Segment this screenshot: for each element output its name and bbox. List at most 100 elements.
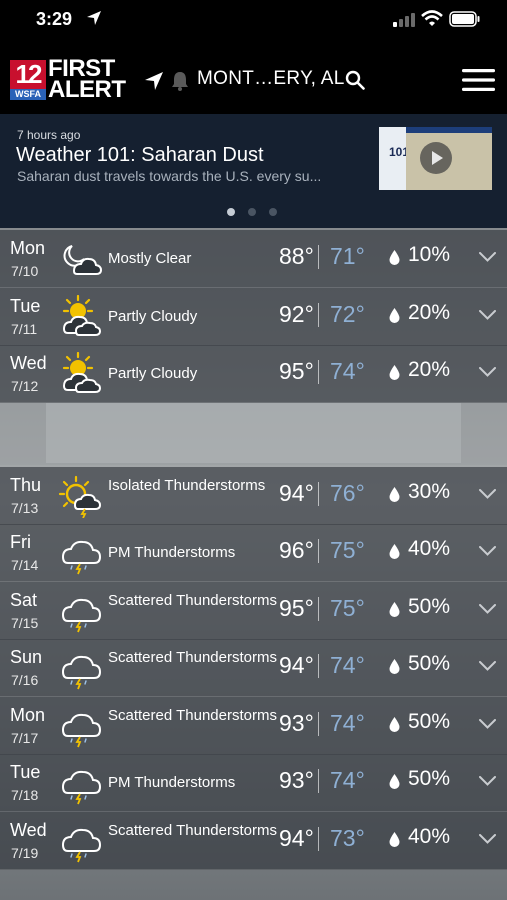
chevron-down-icon[interactable] <box>479 489 496 499</box>
status-bar: 3:29 <box>0 0 507 40</box>
partly-cloudy-icon <box>62 295 102 336</box>
forecast-row[interactable]: Tue 7/11 Partly Cloudy 92° 72° 20% <box>0 288 507 346</box>
high-temp: 88° <box>279 243 314 269</box>
forecast-row[interactable]: Wed 7/19 Scattered Thunderstorms 94° 73° 40% <box>0 812 507 870</box>
forecast-day: Wed <box>10 353 47 373</box>
forecast-row[interactable]: Sat 7/15 Scattered Thunderstorms 95° 75° 50% <box>0 582 507 640</box>
forecast-condition: Partly Cloudy <box>108 308 198 325</box>
raindrop-icon <box>389 250 400 265</box>
thunderstorm-icon <box>61 770 102 805</box>
high-temp: 92° <box>279 301 314 327</box>
forecast-condition: Partly Cloudy <box>108 365 198 382</box>
precip-chance: 20% <box>408 301 451 324</box>
logo-alert: ALERT <box>48 76 126 103</box>
temp-divider <box>318 303 319 327</box>
temp-divider <box>318 245 319 269</box>
forecast-date: 7/18 <box>11 787 39 803</box>
precip-chance: 40% <box>408 537 451 560</box>
status-time: 3:29 <box>36 9 73 29</box>
carousel-dot[interactable] <box>248 208 256 216</box>
forecast-row[interactable]: Thu 7/13 Isolated Thunderstorms 94° 76° 30% <box>0 467 507 525</box>
carousel-dot-active[interactable] <box>227 208 235 216</box>
forecast-row[interactable]: Mon 7/17 Scattered Thunderstorms 93° 74° 50% <box>0 697 507 755</box>
forecast-row[interactable]: Wed 7/12 Partly Cloudy 95° 74° 20% <box>0 345 507 403</box>
partly-cloudy-icon <box>62 352 102 393</box>
forecast-row[interactable]: Fri 7/14 PM Thunderstorms 96° 75° 40% <box>0 524 507 582</box>
thunderstorm-icon <box>61 828 102 863</box>
low-temp: 74° <box>330 710 365 736</box>
chevron-down-icon[interactable] <box>479 310 496 320</box>
precip-chance: 50% <box>408 710 451 733</box>
chevron-down-icon[interactable] <box>479 834 496 844</box>
low-temp: 72° <box>330 301 365 327</box>
forecast-date: 7/17 <box>11 730 39 746</box>
low-temp: 75° <box>330 537 365 563</box>
bell-icon[interactable] <box>171 71 189 91</box>
forecast-condition: Scattered Thunderstorms <box>108 592 277 609</box>
raindrop-icon <box>389 774 400 789</box>
forecast-day: Wed <box>10 820 47 840</box>
chevron-down-icon[interactable] <box>479 367 496 377</box>
temp-divider <box>318 482 319 506</box>
forecast-condition: PM Thunderstorms <box>108 774 236 791</box>
chevron-down-icon[interactable] <box>479 776 496 786</box>
forecast-day: Mon <box>10 238 46 258</box>
low-temp: 75° <box>330 595 365 621</box>
current-location-icon[interactable] <box>144 71 164 91</box>
thunderstorm-icon <box>61 655 102 690</box>
low-temp: 74° <box>330 358 365 384</box>
raindrop-icon <box>389 365 400 380</box>
hamburger-menu-icon[interactable] <box>462 68 495 92</box>
forecast-day: Sun <box>10 647 43 667</box>
high-temp: 93° <box>279 710 314 736</box>
high-temp: 95° <box>279 595 314 621</box>
news-title[interactable]: Weather 101: Saharan Dust <box>16 144 264 167</box>
forecast-date: 7/13 <box>11 500 39 516</box>
high-temp: 94° <box>279 825 314 851</box>
carousel-dots <box>227 203 290 221</box>
first-alert-logo[interactable]: 12 WSFA FIRST ALERT <box>10 57 132 103</box>
raindrop-icon <box>389 659 400 674</box>
search-icon[interactable] <box>345 70 365 90</box>
thunderstorm-icon <box>61 598 102 633</box>
forecast-condition: Scattered Thunderstorms <box>108 707 277 724</box>
forecast-day: Fri <box>10 532 31 552</box>
forecast-date: 7/10 <box>11 263 39 279</box>
precip-chance: 50% <box>408 652 451 675</box>
carousel-dot[interactable] <box>269 208 277 216</box>
chevron-down-icon[interactable] <box>479 546 496 556</box>
raindrop-icon <box>389 544 400 559</box>
chevron-down-icon[interactable] <box>479 604 496 614</box>
forecast-condition: Isolated Thunderstorms <box>108 477 266 494</box>
location-name[interactable]: MONT…ERY, AL <box>197 68 345 90</box>
low-temp: 71° <box>330 243 365 269</box>
chevron-down-icon[interactable] <box>479 719 496 729</box>
news-time: 7 hours ago <box>17 128 81 142</box>
precip-chance: 50% <box>408 767 451 790</box>
play-button[interactable] <box>420 142 452 174</box>
logo-station: WSFA <box>10 89 46 100</box>
forecast-day: Mon <box>10 705 46 725</box>
location-arrow-icon <box>87 11 101 25</box>
high-temp: 94° <box>279 652 314 678</box>
sun-thunderstorm-icon <box>58 475 102 518</box>
chevron-down-icon[interactable] <box>479 252 496 262</box>
forecast-date: 7/16 <box>11 672 39 688</box>
ad-banner[interactable] <box>46 403 461 463</box>
forecast-row[interactable]: Tue 7/18 PM Thunderstorms 93° 74° 50% <box>0 754 507 812</box>
forecast-row[interactable]: Sun 7/16 Scattered Thunderstorms 94° 74° 50% <box>0 639 507 697</box>
forecast-date: 7/19 <box>11 845 39 861</box>
battery-icon <box>449 11 480 27</box>
high-temp: 93° <box>279 767 314 793</box>
chevron-down-icon[interactable] <box>479 661 496 671</box>
thunderstorm-icon <box>61 540 102 575</box>
forecast-date: 7/11 <box>11 321 38 337</box>
forecast-day: Thu <box>10 475 42 495</box>
temp-divider <box>318 654 319 678</box>
precip-chance: 30% <box>408 480 451 503</box>
raindrop-icon <box>389 602 400 617</box>
news-summary: Saharan dust travels towards the U.S. ev… <box>17 168 322 184</box>
precip-chance: 20% <box>408 358 451 381</box>
forecast-day: Tue <box>10 762 41 782</box>
forecast-row[interactable]: Mon 7/10 Mostly Clear 88° 71° 10% <box>0 230 507 288</box>
